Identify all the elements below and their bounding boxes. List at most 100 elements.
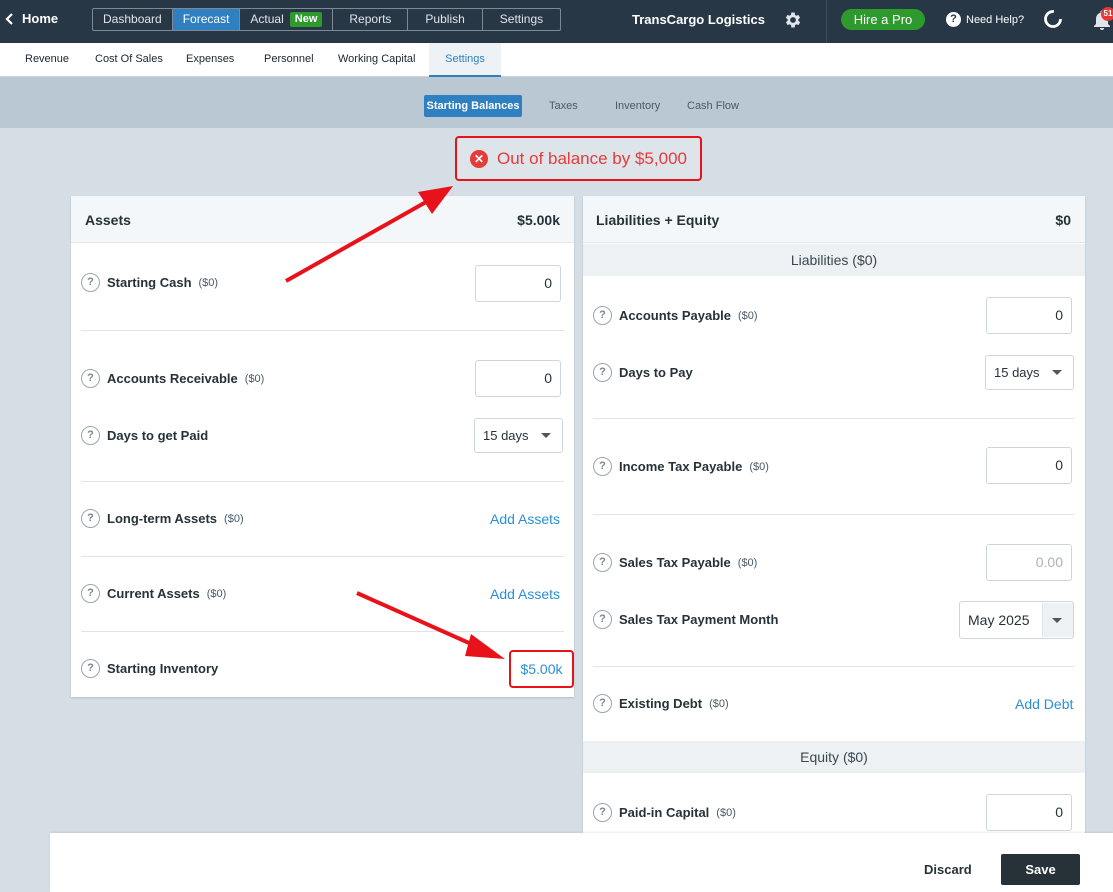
- starting-cash-amount: ($0): [198, 276, 219, 289]
- liabilities-equity-card: Liabilities + Equity $0 Liabilities ($0)…: [583, 196, 1085, 836]
- equity-section-header: Equity ($0): [583, 741, 1085, 773]
- accounts-payable-amount: ($0): [738, 309, 758, 322]
- save-button[interactable]: Save: [1001, 854, 1080, 885]
- out-of-balance-alert: ✕ Out of balance by $5,000: [455, 136, 702, 181]
- tab-inventory[interactable]: Inventory: [615, 100, 660, 112]
- income-tax-payable-label: Income Tax Payable: [619, 459, 743, 474]
- tab-publish[interactable]: Publish: [408, 9, 483, 30]
- help-icon[interactable]: ?: [593, 694, 612, 713]
- help-icon[interactable]: ?: [593, 306, 612, 325]
- topbar-divider: [826, 0, 827, 43]
- existing-debt-label: Existing Debt: [619, 696, 703, 711]
- error-icon: ✕: [470, 149, 488, 168]
- tab-publish-label: Publish: [425, 12, 465, 26]
- help-icon[interactable]: ?: [81, 509, 100, 528]
- tab-starting-balances[interactable]: Starting Balances: [424, 95, 522, 117]
- paid-in-capital-row: ? Paid-in Capital ($0): [593, 803, 736, 822]
- sync-icon[interactable]: [1043, 9, 1063, 29]
- tab-reports-label: Reports: [349, 12, 392, 26]
- subtab-revenue[interactable]: Revenue: [25, 43, 69, 77]
- subtab-cost-of-sales[interactable]: Cost Of Sales: [95, 43, 163, 77]
- subtab-settings[interactable]: Settings: [429, 43, 501, 77]
- tab-taxes[interactable]: Taxes: [549, 100, 578, 112]
- add-debt-link[interactable]: Add Debt: [1015, 696, 1073, 712]
- tab-dashboard[interactable]: Dashboard: [93, 9, 173, 30]
- divider: [81, 556, 564, 557]
- tab-forecast[interactable]: Forecast: [172, 9, 241, 30]
- help-icon[interactable]: ?: [81, 369, 100, 388]
- tab-cash-flow[interactable]: Cash Flow: [687, 100, 739, 112]
- notification-badge: 51: [1101, 7, 1113, 21]
- sales-tax-payment-month-value: May 2025: [968, 612, 1030, 628]
- help-icon[interactable]: ?: [593, 553, 612, 572]
- subtab-personnel[interactable]: Personnel: [264, 43, 314, 77]
- caret-down-icon: [541, 433, 551, 438]
- help-icon[interactable]: ?: [81, 426, 100, 445]
- chevron-left-icon: [5, 12, 13, 25]
- company-name: TransCargo Logistics: [632, 12, 765, 27]
- divider: [593, 514, 1074, 515]
- assets-card: Assets $5.00k ? Starting Cash ($0) 0 ? A…: [71, 196, 574, 697]
- income-tax-payable-input[interactable]: 0: [986, 447, 1072, 484]
- help-icon[interactable]: ?: [593, 363, 612, 382]
- subtab-expenses[interactable]: Expenses: [186, 43, 234, 77]
- new-badge: New: [289, 12, 323, 27]
- help-icon[interactable]: ?: [593, 610, 612, 629]
- home-button[interactable]: Home: [4, 11, 58, 26]
- divider: [81, 631, 564, 632]
- need-help-button[interactable]: ? Need Help?: [946, 12, 1024, 27]
- help-icon[interactable]: ?: [81, 584, 100, 603]
- tab-actual-label: Actual: [250, 12, 284, 26]
- accounts-payable-input[interactable]: 0: [986, 297, 1072, 334]
- caret-down-icon: [1052, 370, 1062, 375]
- help-icon[interactable]: ?: [593, 457, 612, 476]
- tab-dashboard-label: Dashboard: [103, 12, 162, 26]
- assets-total: $5.00k: [517, 212, 560, 228]
- gear-icon[interactable]: [783, 10, 803, 30]
- paid-in-capital-amount: ($0): [716, 806, 736, 819]
- hire-a-pro-button[interactable]: Hire a Pro: [841, 9, 925, 30]
- add-long-term-assets-link[interactable]: Add Assets: [490, 511, 560, 527]
- subtab-working-capital[interactable]: Working Capital: [338, 43, 415, 77]
- question-circle-icon: ?: [946, 12, 961, 27]
- accounts-payable-label: Accounts Payable: [619, 308, 731, 323]
- assets-header: [71, 196, 574, 243]
- tab-actual[interactable]: Actual New: [240, 9, 334, 30]
- income-tax-payable-amount: ($0): [749, 460, 769, 473]
- starting-cash-input[interactable]: 0: [475, 265, 561, 302]
- starting-inventory-link[interactable]: $5.00k: [509, 650, 574, 688]
- sales-tax-payment-month-select[interactable]: May 2025: [959, 601, 1074, 639]
- days-to-pay-select[interactable]: 15 days: [985, 355, 1074, 390]
- help-icon[interactable]: ?: [593, 803, 612, 822]
- accounts-payable-row: ? Accounts Payable ($0): [593, 306, 758, 325]
- paid-in-capital-input[interactable]: 0: [986, 794, 1072, 831]
- caret-down-icon: [1052, 618, 1062, 623]
- tab-reports[interactable]: Reports: [333, 9, 409, 30]
- existing-debt-row: ? Existing Debt ($0): [593, 694, 729, 713]
- add-current-assets-link[interactable]: Add Assets: [490, 586, 560, 602]
- current-assets-amount: ($0): [206, 587, 227, 600]
- accounts-receivable-input[interactable]: 0: [475, 360, 561, 397]
- days-to-get-paid-select[interactable]: 15 days: [474, 418, 563, 453]
- paid-in-capital-label: Paid-in Capital: [619, 805, 710, 820]
- sales-tax-payable-label: Sales Tax Payable: [619, 555, 731, 570]
- sales-tax-payment-month-label: Sales Tax Payment Month: [619, 612, 779, 627]
- liabilities-equity-title: Liabilities + Equity: [596, 212, 720, 228]
- liabilities-equity-total: $0: [1055, 212, 1071, 228]
- days-to-pay-value: 15 days: [994, 365, 1040, 380]
- divider: [81, 330, 564, 331]
- sales-tax-payable-input[interactable]: 0.00: [986, 544, 1072, 581]
- sales-tax-payment-month-row: ? Sales Tax Payment Month: [593, 610, 778, 629]
- divider: [81, 481, 564, 482]
- sales-tax-payable-row: ? Sales Tax Payable ($0): [593, 553, 757, 572]
- help-icon[interactable]: ?: [81, 273, 100, 292]
- starting-inventory-row: ? Starting Inventory: [81, 659, 218, 678]
- tab-settings[interactable]: Settings: [483, 9, 560, 30]
- discard-button[interactable]: Discard: [924, 862, 972, 877]
- sales-tax-payable-amount: ($0): [737, 556, 758, 569]
- out-of-balance-text: Out of balance by $5,000: [497, 148, 687, 168]
- help-icon[interactable]: ?: [81, 659, 100, 678]
- tab-forecast-label: Forecast: [182, 12, 230, 26]
- starting-cash-row: ? Starting Cash ($0): [81, 273, 218, 292]
- main-nav-tabs: Dashboard Forecast Actual New Reports Pub…: [92, 8, 562, 31]
